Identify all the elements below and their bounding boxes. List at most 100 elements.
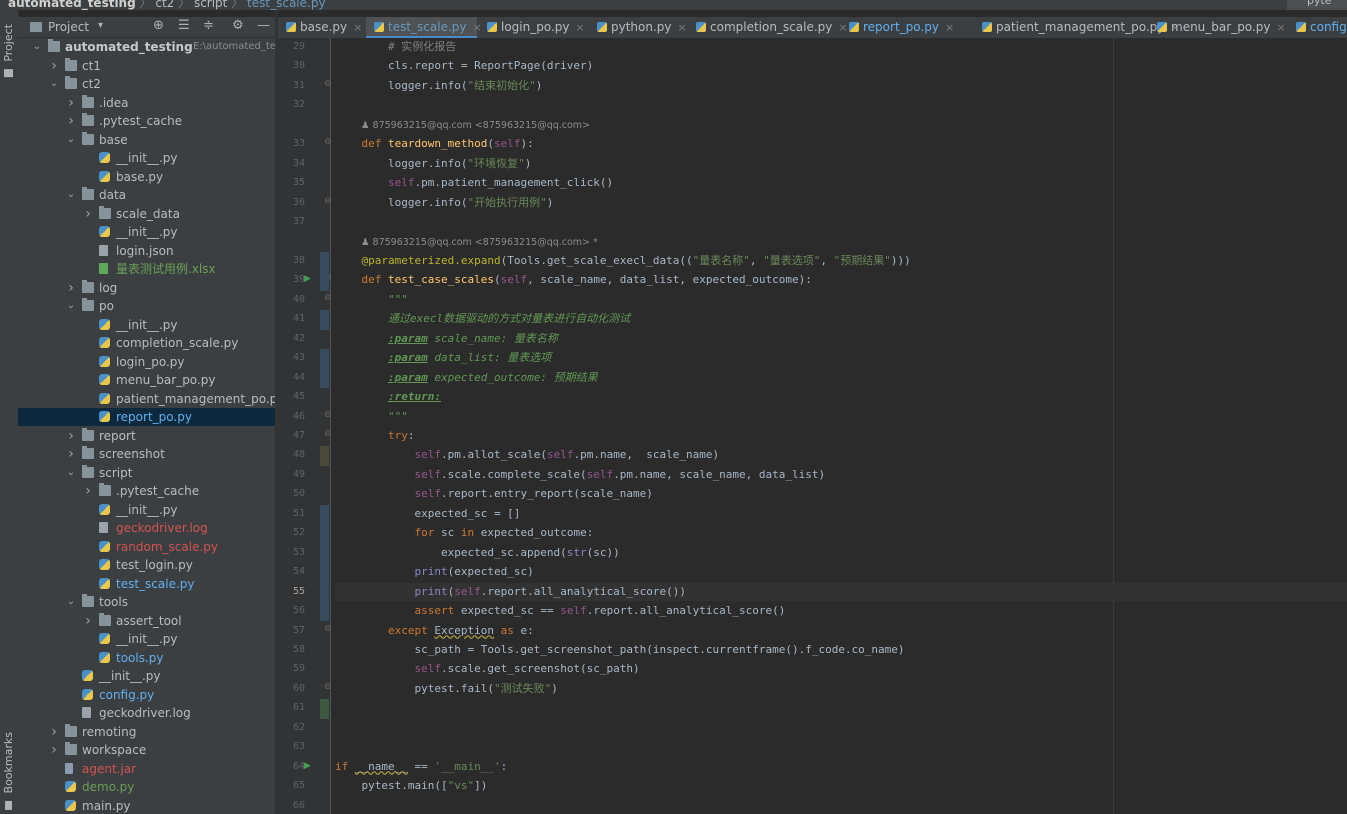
gear-icon[interactable]: ⚙ bbox=[232, 18, 244, 33]
chevron-down-icon[interactable]: ⌄ bbox=[66, 297, 76, 315]
code-editor[interactable]: # 实例化报告 cls.report = ReportPage(driver) … bbox=[331, 38, 1347, 814]
code-line[interactable]: if __name__ == '__main__': bbox=[335, 758, 507, 776]
tree-folder[interactable]: ⌄ tools bbox=[18, 593, 275, 611]
tree-file[interactable]: __init__.py bbox=[18, 223, 275, 241]
tree-folder[interactable]: ⌄ data bbox=[18, 186, 275, 204]
code-line[interactable]: 通过execl数据驱动的方式对量表进行自动化测试 bbox=[335, 310, 630, 328]
code-line[interactable]: pytest.fail("测试失败") bbox=[335, 680, 557, 698]
code-line[interactable]: pytest.main(["vs"]) bbox=[335, 777, 487, 795]
tree-folder[interactable]: ⌄ automated_testingE:\automated_testin bbox=[18, 38, 275, 56]
code-line[interactable]: :param data_list: 量表选项 bbox=[335, 349, 551, 367]
chevron-right-icon[interactable]: › bbox=[66, 427, 76, 445]
chevron-right-icon[interactable]: › bbox=[49, 57, 59, 75]
vcs-change-marker[interactable] bbox=[320, 699, 329, 719]
author-inlay-hint[interactable]: ♟ 875963215@qq.com <875963215@qq.com> * bbox=[361, 237, 598, 248]
tree-file[interactable]: test_login.py bbox=[18, 556, 275, 574]
chevron-down-icon[interactable]: ⌄ bbox=[66, 186, 76, 204]
tree-file[interactable]: __init__.py bbox=[18, 316, 275, 334]
tree-folder[interactable]: › report bbox=[18, 427, 275, 445]
code-line[interactable]: self.pm.allot_scale(self.pm.name, scale_… bbox=[335, 446, 719, 464]
editor-gutter[interactable]: 29 30 31 32 33 34 35 36 37 38 39 40 41 42 43 44 45 46 47 48… bbox=[278, 38, 353, 814]
code-line[interactable]: # 实例化报告 bbox=[335, 38, 456, 56]
tree-folder[interactable]: › workspace bbox=[18, 741, 275, 759]
author-inlay-hint[interactable]: ♟ 875963215@qq.com <875963215@qq.com> bbox=[361, 120, 590, 131]
chevron-down-icon[interactable]: ⌄ bbox=[49, 75, 59, 93]
tree-file[interactable]: test_scale.py bbox=[18, 575, 275, 593]
tree-file[interactable]: completion_scale.py bbox=[18, 334, 275, 352]
code-line[interactable]: :return: bbox=[335, 388, 441, 406]
editor-tab[interactable]: report_po.py × bbox=[841, 17, 972, 38]
code-line[interactable]: sc_path = Tools.get_screenshot_path(insp… bbox=[335, 641, 904, 659]
vcs-change-marker[interactable] bbox=[320, 504, 329, 622]
tree-file[interactable]: agent.jar bbox=[18, 760, 275, 778]
vcs-change-marker[interactable] bbox=[320, 310, 329, 330]
chevron-down-icon[interactable]: ⌄ bbox=[66, 464, 76, 482]
code-line[interactable]: """ bbox=[335, 408, 408, 426]
tree-folder[interactable]: › .idea bbox=[18, 94, 275, 112]
code-line[interactable]: assert expected_sc == self.report.all_an… bbox=[335, 602, 785, 620]
chevron-down-icon[interactable]: ⌄ bbox=[66, 131, 76, 149]
tree-folder[interactable]: › scale_data bbox=[18, 205, 275, 223]
tree-folder[interactable]: ⌄ ct2 bbox=[18, 75, 275, 93]
code-line[interactable]: def test_case_scales(self, scale_name, d… bbox=[335, 271, 812, 289]
expand-all-icon[interactable]: ☰ bbox=[178, 18, 190, 33]
code-line[interactable]: """ bbox=[335, 291, 408, 309]
code-line[interactable]: cls.report = ReportPage(driver) bbox=[335, 57, 593, 75]
code-line[interactable]: expected_sc = [] bbox=[335, 505, 520, 523]
tree-folder[interactable]: › assert_tool bbox=[18, 612, 275, 630]
vcs-change-marker[interactable] bbox=[320, 251, 329, 291]
run-config-selector[interactable]: pyte bbox=[1287, 0, 1347, 10]
bookmarks-tool-tab[interactable]: Bookmarks bbox=[2, 732, 16, 810]
project-tool-tab[interactable]: Project bbox=[2, 24, 16, 78]
tree-file[interactable]: geckodriver.log bbox=[18, 519, 275, 537]
tree-file[interactable]: config.py bbox=[18, 686, 275, 704]
tree-file[interactable]: __init__.py bbox=[18, 501, 275, 519]
chevron-down-icon[interactable]: ⌄ bbox=[32, 38, 42, 56]
chevron-right-icon[interactable]: › bbox=[66, 94, 76, 112]
run-icon[interactable]: ▶ bbox=[304, 761, 311, 771]
code-line[interactable]: self.report.entry_report(scale_name) bbox=[335, 485, 652, 503]
chevron-right-icon[interactable]: › bbox=[49, 741, 59, 759]
tree-file[interactable]: patient_management_po.py bbox=[18, 390, 275, 408]
tree-folder[interactable]: ⌄ base bbox=[18, 131, 275, 149]
tree-folder[interactable]: › ct1 bbox=[18, 57, 275, 75]
chevron-right-icon[interactable]: › bbox=[66, 279, 76, 297]
code-line[interactable]: for sc in expected_outcome: bbox=[335, 524, 593, 542]
tree-file[interactable]: login.json bbox=[18, 242, 275, 260]
run-icon[interactable]: ▶ bbox=[304, 274, 311, 284]
editor-tab[interactable]: completion_scale.py × bbox=[688, 17, 848, 38]
tree-folder[interactable]: ⌄ po bbox=[18, 297, 275, 315]
chevron-right-icon[interactable]: › bbox=[49, 723, 59, 741]
chevron-right-icon[interactable]: › bbox=[83, 612, 93, 630]
tree-folder[interactable]: › remoting bbox=[18, 723, 275, 741]
editor-tab[interactable]: patient_management_po.py × bbox=[974, 17, 1180, 38]
editor-tab[interactable]: config.py× bbox=[1288, 17, 1347, 38]
chevron-down-icon[interactable]: ⌄ bbox=[66, 593, 76, 611]
tree-file[interactable]: __init__.py bbox=[18, 149, 275, 167]
tree-file[interactable]: __init__.py bbox=[18, 630, 275, 648]
tree-folder[interactable]: › log bbox=[18, 279, 275, 297]
code-line[interactable]: try: bbox=[335, 427, 415, 445]
tree-file[interactable]: menu_bar_po.py bbox=[18, 371, 275, 389]
code-line[interactable]: :param scale_name: 量表名称 bbox=[335, 330, 558, 348]
tree-file[interactable]: base.py bbox=[18, 168, 275, 186]
tree-folder[interactable]: ⌄ script bbox=[18, 464, 275, 482]
vcs-change-marker[interactable] bbox=[320, 349, 329, 389]
code-line[interactable]: logger.info("结束初始化") bbox=[335, 77, 542, 95]
close-icon[interactable]: × bbox=[1276, 21, 1285, 34]
code-line[interactable]: def teardown_method(self): bbox=[335, 135, 534, 153]
code-line[interactable]: expected_sc.append(str(sc)) bbox=[335, 544, 620, 562]
code-line[interactable]: print(self.report.all_analytical_score()… bbox=[335, 582, 1347, 601]
editor-tab[interactable]: menu_bar_po.py × bbox=[1149, 17, 1286, 38]
editor-tab[interactable]: python.py × bbox=[589, 17, 687, 38]
breadcrumb-item[interactable]: script bbox=[194, 0, 227, 10]
chevron-right-icon[interactable]: › bbox=[66, 112, 76, 130]
editor-tab[interactable]: base.py × bbox=[278, 17, 364, 38]
breadcrumb-item[interactable]: ct2 bbox=[155, 0, 174, 10]
collapse-all-icon[interactable]: ≑ bbox=[203, 18, 214, 33]
code-line[interactable]: self.scale.complete_scale(self.pm.name, … bbox=[335, 466, 825, 484]
tree-file[interactable]: __init__.py bbox=[18, 667, 275, 685]
chevron-right-icon[interactable]: › bbox=[83, 482, 93, 500]
tree-file[interactable]: 量表测试用例.xlsx bbox=[18, 260, 275, 278]
close-icon[interactable]: × bbox=[353, 21, 362, 34]
